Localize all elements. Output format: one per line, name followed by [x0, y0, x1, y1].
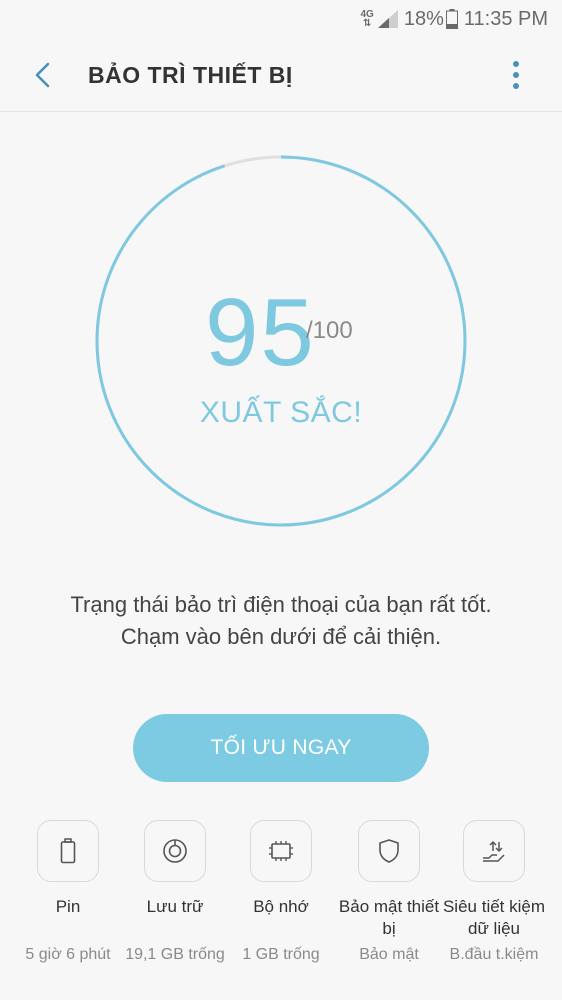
tile-data-saver[interactable]: Siêu tiết kiệm dữ liệu B.đầu t.kiệm	[438, 818, 550, 966]
tile-battery[interactable]: Pin 5 giờ 6 phút	[12, 818, 124, 966]
score-grade: XUẤT SẮC!	[199, 396, 363, 429]
status-bar: 4G ⇅ 18% 11:35 PM	[0, 0, 562, 38]
battery-tile-icon-box	[37, 820, 99, 882]
data-saver-icon	[483, 840, 505, 862]
tile-memory[interactable]: Bộ nhớ 1 GB trống	[225, 818, 337, 966]
status-message-line-1: Trạng thái bảo trì điện thoại của bạn rấ…	[70, 592, 492, 617]
tile-status: 1 GB trống	[242, 946, 320, 963]
maintenance-categories: Pin 5 giờ 6 phút Lưu trữ 19,1 GB trống B…	[0, 818, 562, 1000]
tile-status: Bảo mật	[359, 946, 419, 963]
battery-status-icon	[445, 9, 458, 29]
app-bar: BẢO TRÌ THIẾT BỊ	[0, 38, 562, 112]
memory-chip-icon	[269, 841, 293, 861]
signal-icon	[377, 10, 398, 28]
optimize-now-button[interactable]: TỐI ƯU NGAY	[133, 714, 429, 782]
shield-icon	[379, 839, 399, 863]
page-title: BẢO TRÌ THIẾT BỊ	[88, 62, 293, 88]
clock: 11:35 PM	[463, 7, 548, 30]
tile-device-security[interactable]: Bảo mật thiết bị Bảo mật	[333, 818, 445, 966]
network-type: 4G ⇅	[360, 9, 374, 29]
tile-status: 19,1 GB trống	[125, 946, 225, 963]
storage-tile-icon-box	[144, 820, 206, 882]
security-tile-icon-box	[358, 820, 420, 882]
battery-percent: 18%	[403, 7, 444, 30]
memory-tile-icon-box	[250, 820, 312, 882]
back-arrow-icon[interactable]	[28, 58, 58, 92]
tile-label: Bảo mật thiết bị	[338, 897, 440, 938]
battery-icon	[60, 838, 76, 864]
data-saver-tile-icon-box	[463, 820, 525, 882]
score-value: 95	[205, 279, 316, 386]
status-message-line-2: Chạm vào bên dưới để cải thiện.	[120, 624, 442, 649]
tile-storage[interactable]: Lưu trữ 19,1 GB trống	[119, 818, 231, 966]
tile-label: Siêu tiết kiệm dữ liệu	[442, 897, 546, 938]
tile-label: Pin	[55, 897, 81, 916]
storage-icon	[163, 839, 187, 863]
status-message: Trạng thái bảo trì điện thoại của bạn rấ…	[0, 589, 562, 653]
tile-status: B.đầu t.kiệm	[449, 946, 539, 963]
tile-label: Lưu trữ	[146, 897, 204, 916]
tile-label: Bộ nhớ	[253, 897, 309, 916]
score-max: /100	[306, 317, 353, 344]
more-options-icon[interactable]	[510, 60, 522, 90]
tile-status: 5 giờ 6 phút	[25, 946, 111, 963]
